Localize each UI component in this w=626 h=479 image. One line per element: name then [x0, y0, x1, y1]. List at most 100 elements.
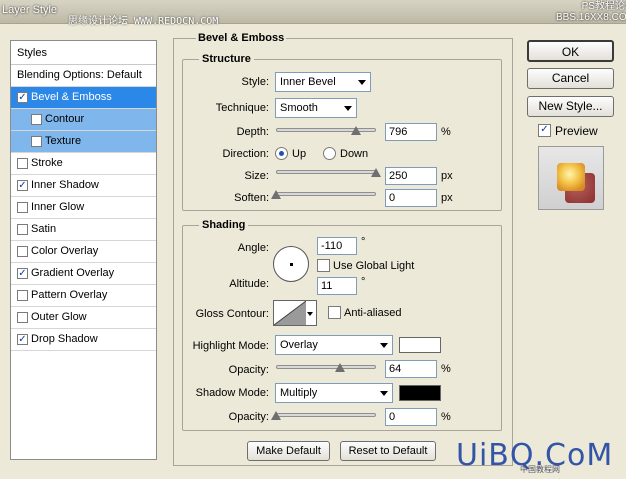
styles-item-pattern-overlay[interactable]: Pattern Overlay — [11, 285, 156, 307]
gloss-contour-label: Gloss Contour: — [195, 308, 269, 320]
shadow-opacity-label: Opacity: — [228, 411, 269, 423]
altitude-input[interactable]: 11 — [317, 277, 357, 295]
shadow-mode-value: Multiply — [280, 387, 318, 399]
shadow-opacity-input[interactable]: 0 — [385, 408, 437, 426]
angle-dial[interactable] — [273, 246, 309, 282]
chevron-down-icon[interactable] — [307, 312, 313, 316]
shadow-opacity-slider[interactable] — [271, 411, 376, 420]
styles-item-checkbox[interactable] — [17, 290, 28, 301]
styles-item-checkbox[interactable] — [17, 158, 28, 169]
styles-item-label: Gradient Overlay — [31, 267, 115, 279]
styles-items: Blending Options: Default ✓ Bevel & Emboss… — [11, 65, 156, 351]
styles-item-inner-shadow[interactable]: ✓ Inner Shadow — [11, 175, 156, 197]
styles-item-checkbox[interactable] — [31, 136, 42, 147]
cancel-button[interactable]: Cancel — [527, 68, 614, 89]
styles-item-label: Blending Options: Default — [17, 69, 142, 81]
size-slider[interactable] — [276, 168, 381, 177]
styles-item-checkbox[interactable] — [31, 114, 42, 125]
bevel-emboss-panel: Bevel & Emboss Structure Style: Inner Be… — [173, 32, 513, 466]
style-preview — [538, 146, 604, 210]
styles-item-checkbox[interactable] — [17, 224, 28, 235]
shadow-mode-select[interactable]: Multiply — [275, 383, 393, 403]
styles-item-checkbox[interactable]: ✓ — [17, 180, 28, 191]
anti-aliased-checkbox[interactable] — [328, 306, 341, 319]
highlight-opacity-label: Opacity: — [228, 364, 269, 376]
preview-checkbox[interactable]: ✓ — [538, 124, 551, 137]
angle-dial-center — [290, 263, 293, 266]
styles-item-satin[interactable]: Satin — [11, 219, 156, 241]
styles-item-color-overlay[interactable]: Color Overlay — [11, 241, 156, 263]
direction-label: Direction: — [222, 148, 269, 160]
depth-slider-thumb[interactable] — [351, 126, 361, 135]
styles-header[interactable]: Styles — [11, 41, 156, 65]
highlight-opacity-slider[interactable] — [276, 363, 376, 372]
shadow-opacity-track — [276, 413, 376, 417]
angle-label: Angle: — [237, 242, 269, 254]
styles-item-label: Pattern Overlay — [31, 289, 108, 301]
style-select[interactable]: Inner Bevel — [275, 72, 371, 92]
styles-item-checkbox[interactable] — [17, 312, 28, 323]
styles-item-gradient-overlay[interactable]: ✓ Gradient Overlay — [11, 263, 156, 285]
shadow-color-swatch[interactable] — [399, 385, 441, 401]
styles-item-contour[interactable]: Contour — [11, 109, 156, 131]
technique-select[interactable]: Smooth — [275, 98, 357, 118]
styles-item-checkbox[interactable] — [17, 202, 28, 213]
contour-curve-icon — [273, 300, 307, 326]
highlight-opacity-input[interactable]: 64 — [385, 360, 437, 378]
ok-button[interactable]: OK — [527, 40, 614, 62]
watermark-left: 思缘设计论坛 WWW.REDOCN.COM — [68, 16, 219, 27]
styles-item-checkbox[interactable]: ✓ — [17, 334, 28, 345]
styles-item-inner-glow[interactable]: Inner Glow — [11, 197, 156, 219]
soften-unit: px — [441, 192, 453, 204]
site-logo-subtitle: 中国教程网 — [520, 465, 560, 474]
styles-item-stroke[interactable]: Stroke — [11, 153, 156, 175]
highlight-color-swatch[interactable] — [399, 337, 441, 353]
shadow-opacity-unit: % — [441, 411, 451, 423]
styles-item-label: Bevel & Emboss — [31, 91, 112, 103]
styles-item-checkbox[interactable]: ✓ — [17, 268, 28, 279]
size-slider-thumb[interactable] — [371, 168, 381, 177]
style-select-value: Inner Bevel — [280, 76, 336, 88]
soften-slider[interactable] — [271, 190, 376, 199]
global-light-label[interactable]: Use Global Light — [333, 260, 414, 272]
styles-item-blending-options-default[interactable]: Blending Options: Default — [11, 65, 156, 87]
styles-item-label: Texture — [45, 135, 82, 147]
structure-group: Structure Style: Inner Bevel Technique: … — [182, 53, 502, 211]
anti-aliased-label[interactable]: Anti-aliased — [344, 307, 401, 319]
styles-item-drop-shadow[interactable]: ✓ Drop Shadow — [11, 329, 156, 351]
angle-input[interactable]: -110 — [317, 237, 357, 255]
shadow-opacity-thumb[interactable] — [271, 411, 281, 420]
depth-label: Depth: — [236, 126, 269, 138]
styles-item-checkbox[interactable] — [17, 246, 28, 257]
depth-slider[interactable] — [276, 126, 376, 135]
size-input[interactable]: 250 — [385, 167, 437, 185]
chevron-down-icon — [344, 106, 352, 111]
title-bar: Layer Style 思缘设计论坛 WWW.REDOCN.COM PS教程论坛… — [0, 0, 626, 27]
highlight-mode-select[interactable]: Overlay — [275, 335, 393, 355]
styles-item-checkbox[interactable]: ✓ — [17, 92, 28, 103]
new-style-button[interactable]: New Style... — [527, 96, 614, 117]
soften-slider-track — [276, 192, 376, 196]
direction-down-label[interactable]: Down — [340, 148, 368, 160]
styles-item-bevel-emboss[interactable]: ✓ Bevel & Emboss — [11, 87, 156, 109]
direction-down-radio[interactable] — [323, 147, 336, 160]
direction-up-radio[interactable] — [275, 147, 288, 160]
styles-item-texture[interactable]: Texture — [11, 131, 156, 153]
soften-slider-thumb[interactable] — [271, 190, 281, 199]
global-light-checkbox[interactable] — [317, 259, 330, 272]
preview-label[interactable]: Preview — [555, 124, 598, 138]
direction-up-label[interactable]: Up — [292, 148, 306, 160]
styles-item-outer-glow[interactable]: Outer Glow — [11, 307, 156, 329]
depth-input[interactable]: 796 — [385, 123, 437, 141]
reset-default-button[interactable]: Reset to Default — [340, 441, 436, 461]
size-slider-track — [276, 170, 376, 174]
shading-title: Shading — [199, 219, 249, 231]
gloss-contour-picker[interactable] — [273, 300, 317, 326]
make-default-button[interactable]: Make Default — [247, 441, 330, 461]
soften-input[interactable]: 0 — [385, 189, 437, 207]
technique-label: Technique: — [215, 102, 269, 114]
highlight-opacity-thumb[interactable] — [335, 363, 345, 372]
styles-item-label: Inner Shadow — [31, 179, 99, 191]
styles-item-label: Stroke — [31, 157, 63, 169]
size-label: Size: — [244, 170, 269, 182]
